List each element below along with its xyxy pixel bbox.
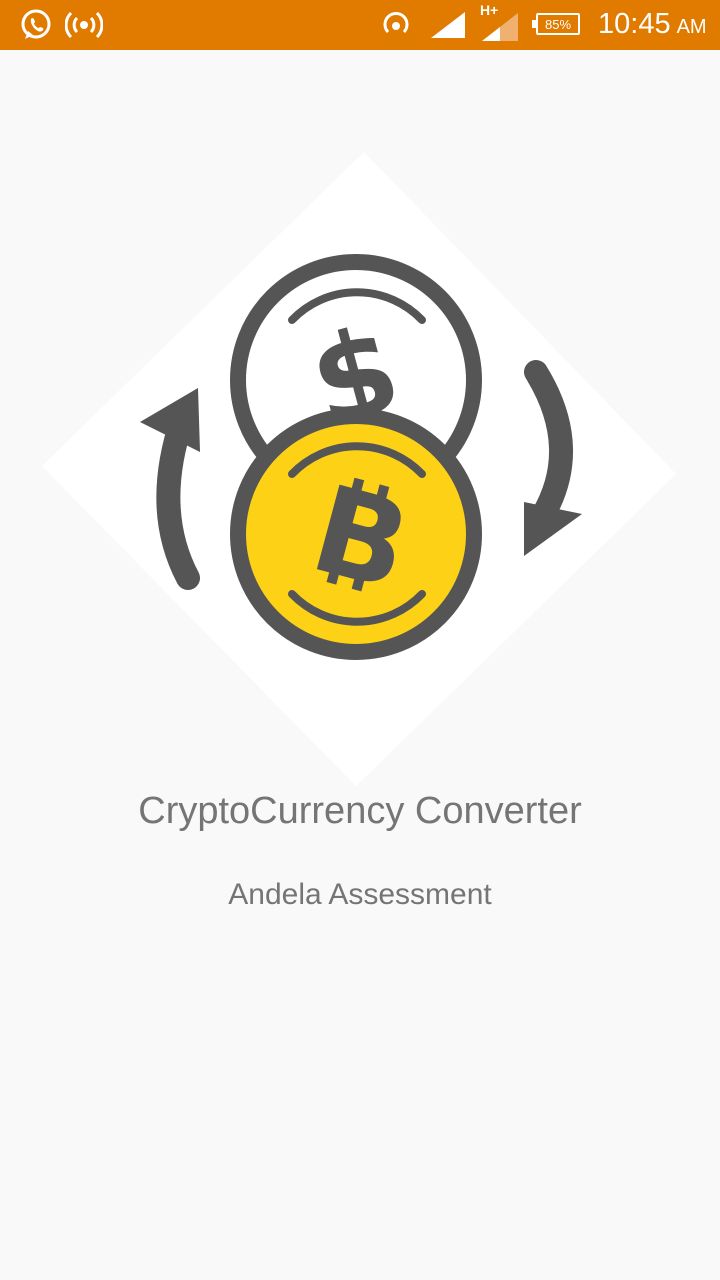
status-clock: 10:45 AM [598,0,707,50]
battery-indicator: 85% [532,13,580,35]
crypto-exchange-logo-icon: $ B [40,150,680,790]
status-bar: H+ 85% 10:45 AM [0,0,720,50]
app-title: CryptoCurrency Converter [138,790,582,832]
cell-signal-icon [428,0,468,50]
whatsapp-icon [16,0,56,50]
clock-time: 10:45 [598,8,671,40]
battery-percent: 85% [544,16,572,32]
clock-am-pm: AM [676,16,707,38]
app-subtitle: Andela Assessment [228,878,492,911]
wifi-signal-icon [378,0,414,50]
hotspot-icon [64,0,104,50]
network-type-label: H+ [480,2,499,18]
